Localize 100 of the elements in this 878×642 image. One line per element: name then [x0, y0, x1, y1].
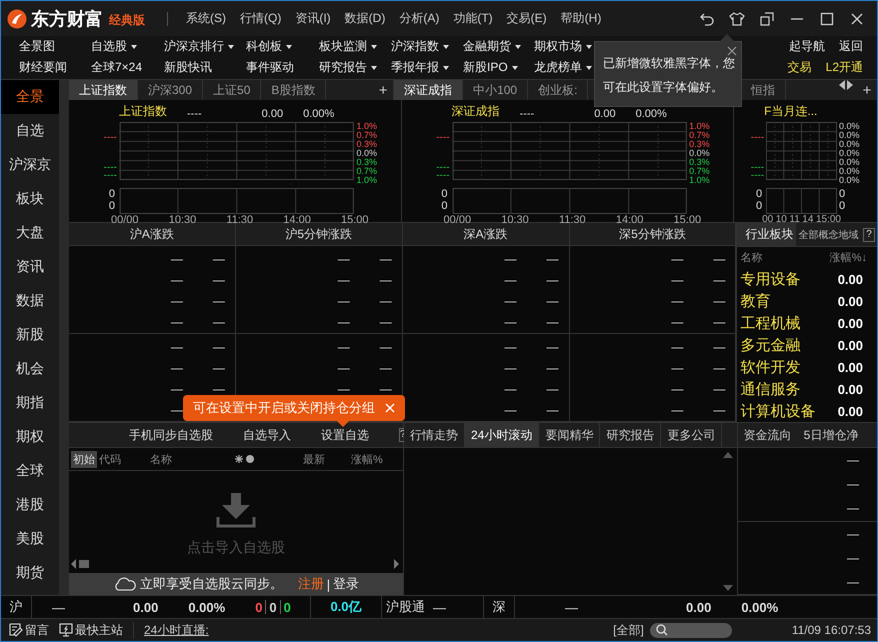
nav-item[interactable]: 龙虎榜单 [534, 59, 592, 76]
caret-icon[interactable] [515, 44, 521, 48]
menu-item[interactable]: 资讯(I) [295, 10, 331, 27]
sector-name[interactable]: 专用设备 [740, 270, 800, 290]
search-icon[interactable] [656, 624, 668, 636]
sidebar-item[interactable]: 沪深京 [1, 148, 59, 182]
live-link[interactable]: 24小时直播: [133, 622, 209, 638]
sector-name[interactable]: 工程机械 [740, 314, 800, 334]
sidebar-item[interactable]: 全球 [1, 454, 59, 488]
add-tab-button[interactable]: + [373, 80, 394, 100]
sidebar-item[interactable]: 自选 [1, 114, 59, 148]
menu-item[interactable]: 功能(T) [453, 10, 493, 27]
scroll-right-icon[interactable] [394, 559, 399, 569]
nav-item[interactable]: L2开通 [826, 59, 863, 76]
caret-icon[interactable] [371, 44, 377, 48]
nav-item[interactable]: 新股快讯 [164, 59, 212, 76]
nav-item[interactable]: 沪深京排行 [164, 38, 234, 55]
sector-name[interactable]: 计算机设备 [740, 402, 816, 421]
toolbar-button[interactable]: 自选导入 [243, 426, 291, 444]
right-arrow-icon[interactable] [847, 80, 853, 90]
sidebar-scrollbar[interactable] [59, 80, 69, 595]
caret-icon[interactable] [443, 44, 449, 48]
menu-item[interactable]: 交易(E) [506, 10, 547, 27]
sidebar-item[interactable]: 港股 [1, 488, 59, 522]
nav-item[interactable]: 全景图 [19, 38, 55, 55]
column-header[interactable]: 名称 [148, 450, 174, 468]
column-header[interactable]: 代码 [97, 450, 123, 468]
column-header[interactable]: 涨幅% [349, 450, 385, 468]
menu-item[interactable]: 数据(D) [344, 10, 386, 27]
sort-dots-icon[interactable] [234, 454, 256, 464]
caret-icon[interactable] [371, 66, 377, 70]
caret-icon[interactable] [131, 44, 137, 48]
nav-item[interactable]: 返回 [839, 38, 863, 55]
nav-item[interactable]: 科创板 [246, 38, 292, 55]
menu-item[interactable]: 系统(S) [186, 10, 226, 27]
shirt-icon[interactable] [729, 10, 745, 26]
news-tab[interactable]: 要闻精华 [539, 423, 600, 447]
sector-name[interactable]: 教育 [740, 292, 770, 312]
nav-item[interactable]: 全球7×24 [91, 59, 142, 76]
sidebar-item[interactable]: 美股 [1, 522, 59, 556]
index-tab[interactable]: 上证50 [203, 80, 262, 100]
sidebar-item[interactable]: 新股 [1, 318, 59, 352]
sidebar-item[interactable]: 大盘 [1, 216, 59, 250]
sidebar-item[interactable]: 机会 [1, 352, 59, 386]
scroll-down-icon[interactable] [722, 585, 733, 591]
nav-item[interactable]: 季报年报 [391, 59, 449, 76]
nav-item[interactable]: 板块监测 [319, 38, 377, 55]
nav-item[interactable]: 交易 [788, 59, 812, 76]
caret-icon[interactable] [512, 66, 518, 70]
caret-icon[interactable] [586, 66, 592, 70]
index-tab[interactable]: 上证指数 [69, 80, 138, 100]
sector-tab[interactable]: 行业板块 [737, 223, 796, 246]
scroll-left-icon[interactable] [71, 559, 89, 569]
caret-icon[interactable] [286, 44, 292, 48]
toolbar-button[interactable]: 设置自选 [321, 426, 369, 444]
add-tab-button[interactable]: + [857, 80, 877, 100]
caret-icon[interactable] [586, 44, 592, 48]
sidebar-item[interactable]: 板块 [1, 182, 59, 216]
nav-item[interactable]: 研究报告 [319, 59, 377, 76]
sector-name[interactable]: 通信服务 [740, 380, 800, 399]
nav-item[interactable]: 事件驱动 [246, 59, 294, 76]
nav-item[interactable]: 新股IPO [463, 59, 518, 76]
column-header[interactable]: 名称 [740, 250, 762, 266]
sector-tab[interactable]: 全部概念地域 [796, 223, 860, 246]
download-icon[interactable] [216, 493, 256, 529]
left-arrow-icon[interactable] [839, 80, 845, 90]
column-header[interactable]: 初始 [71, 450, 97, 468]
caret-icon[interactable] [443, 66, 449, 70]
sector-name[interactable]: 软件开发 [740, 358, 800, 377]
sidebar-item[interactable]: 资讯 [1, 250, 59, 284]
sidebar-item[interactable]: 全景 [1, 80, 59, 114]
column-header[interactable]: 涨幅%↓ [830, 250, 867, 266]
restore-icon[interactable] [759, 10, 775, 26]
menu-item[interactable]: 帮助(H) [560, 10, 602, 27]
login-link[interactable]: 登录 [333, 575, 360, 593]
help-button[interactable]: ? [863, 228, 875, 242]
maximize-icon[interactable] [819, 10, 835, 26]
nav-item[interactable]: 财经要闻 [19, 59, 67, 76]
flow-tab[interactable]: 5日增仓净 [798, 423, 864, 447]
register-link[interactable]: 注册 [298, 575, 324, 593]
toolbar-button[interactable]: 手机同步自选股 [129, 426, 213, 444]
undo-icon[interactable] [699, 10, 715, 26]
flow-tab[interactable]: 资金流向 [738, 423, 798, 447]
nav-item[interactable]: 自选股 [91, 38, 137, 55]
news-tab[interactable]: 更多公司 [661, 423, 722, 447]
index-tab[interactable]: B股指数 [261, 80, 326, 100]
index-tab[interactable]: 沪深300 [138, 80, 204, 100]
sidebar-item[interactable]: 期货 [1, 556, 59, 590]
menu-item[interactable]: 分析(A) [399, 10, 440, 27]
message-button[interactable]: 留言 [9, 622, 49, 638]
scroll-up-icon[interactable] [722, 452, 733, 458]
scope-button[interactable]: [全部] [613, 622, 644, 638]
close-icon[interactable] [727, 46, 737, 56]
caret-icon[interactable] [228, 44, 234, 48]
news-tab[interactable]: 24小时滚动 [465, 423, 540, 447]
nav-item[interactable]: 期权市场 [534, 38, 592, 55]
sidebar-item[interactable]: 期权 [1, 420, 59, 454]
sector-name[interactable]: 多元金融 [740, 336, 800, 355]
menu-item[interactable]: 行情(Q) [240, 10, 282, 27]
nav-item[interactable]: 金融期货 [463, 38, 521, 55]
